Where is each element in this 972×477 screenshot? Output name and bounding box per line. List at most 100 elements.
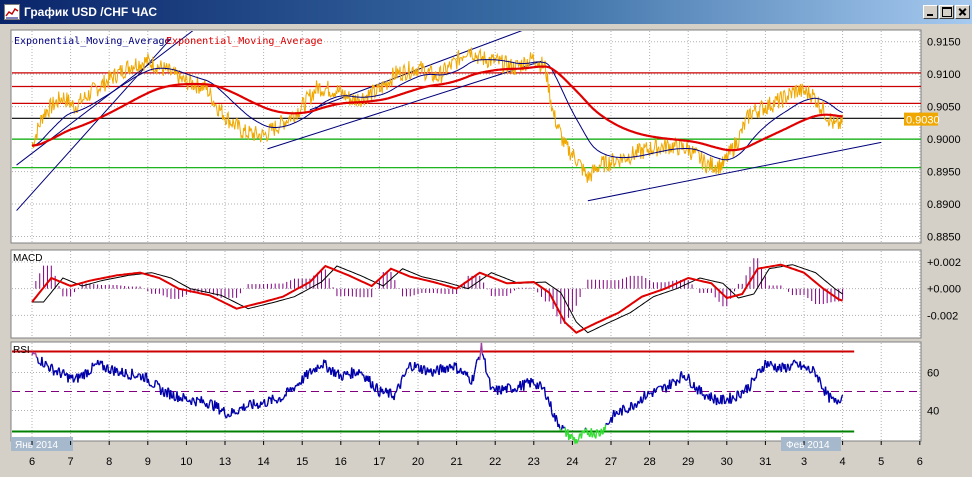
rsi-segment (595, 429, 598, 439)
rsi-segment (641, 401, 644, 404)
rsi-segment (387, 388, 391, 398)
rsi-segment (520, 385, 523, 391)
price-y-tick-label: 0.9000 (927, 134, 961, 146)
macd-panel[interactable]: +0.002 +0.000 -0.002 MACD (10, 249, 961, 339)
rsi-segment (841, 394, 844, 398)
rsi-segment (768, 365, 771, 367)
rsi-segment (717, 401, 720, 404)
price-panel[interactable]: 0.9150 0.9100 0.9050 0.9000 0.8950 0.8900 0.88… (10, 24, 961, 244)
rsi-segment (210, 399, 213, 402)
rsi-segment (225, 414, 229, 419)
rsi-segment (318, 367, 321, 370)
macd-y-tick-label: +0.000 (927, 284, 961, 296)
rsi-segment (444, 366, 447, 374)
minimize-button[interactable] (923, 5, 938, 19)
x-tick-label: 5 (878, 456, 884, 468)
rsi-segment (193, 400, 196, 404)
rsi-segment (438, 365, 441, 376)
rsi-segment (46, 364, 49, 367)
rsi-segment (341, 379, 344, 382)
rsi-segment (45, 362, 48, 366)
rsi-segment (195, 396, 198, 407)
rsi-segment (706, 393, 709, 397)
rsi-segment (143, 373, 147, 382)
rsi-segment (733, 398, 737, 401)
rsi-segment (253, 404, 256, 407)
rsi-segment (832, 396, 835, 399)
rsi-segment (547, 396, 550, 403)
rsi-segment (330, 369, 333, 375)
rsi-segment (742, 391, 746, 395)
rsi-segment (423, 365, 426, 367)
rsi-segment (409, 362, 412, 368)
rsi-segment (126, 373, 128, 376)
rsi-segment (249, 399, 252, 403)
x-tick-label: 24 (566, 456, 578, 468)
rsi-segment (133, 375, 136, 379)
rsi-segment (657, 385, 660, 388)
rsi-segment (514, 388, 517, 391)
rsi-segment (791, 362, 794, 366)
x-tick-label: 22 (489, 456, 501, 468)
rsi-segment (174, 398, 177, 402)
macd-y-tick-label: +0.002 (927, 257, 961, 269)
rsi-segment (474, 364, 477, 370)
rsi-segment (170, 390, 173, 398)
rsi-segment (83, 369, 86, 380)
rsi-segment (576, 440, 579, 444)
rsi-segment (750, 377, 753, 388)
title-bar[interactable]: График USD /CHF ЧАС (0, 0, 972, 24)
rsi-segment (160, 390, 163, 396)
rsi-segment (44, 360, 48, 364)
rsi-segment (629, 402, 632, 411)
rsi-segment (704, 395, 707, 400)
rsi-segment (641, 396, 645, 403)
rsi-segment (383, 391, 386, 394)
rsi-segment (158, 383, 161, 387)
rsi-segment (730, 400, 733, 404)
rsi-segment (166, 387, 169, 398)
rsi-segment (600, 428, 603, 434)
rsi-segment (310, 372, 313, 375)
rsi-segment (788, 368, 792, 371)
rsi-segment (415, 364, 418, 369)
chart-area[interactable]: 0.9150 0.9100 0.9050 0.9000 0.8950 0.8900 0.88… (0, 24, 972, 477)
rsi-segment (400, 376, 403, 381)
rsi-segment (164, 388, 167, 391)
price-y-tick-label: 0.8900 (927, 199, 961, 211)
rsi-segment (36, 357, 39, 364)
rsi-segment (306, 371, 310, 379)
rsi-segment (507, 383, 510, 386)
rsi-segment (261, 402, 264, 406)
rsi-segment (492, 386, 495, 389)
rsi-segment (644, 397, 647, 400)
rsi-segment (430, 368, 433, 375)
rsi-segment (596, 429, 599, 432)
rsi-segment (328, 366, 331, 369)
maximize-button[interactable] (939, 5, 954, 19)
rsi-segment (190, 398, 194, 406)
rsi-segment (774, 363, 777, 371)
close-button[interactable] (955, 5, 970, 19)
rsi-segment (505, 383, 509, 393)
rsi-segment (207, 403, 211, 409)
rsi-segment (369, 376, 372, 388)
rsi-panel[interactable]: 60 40 RSI Янв 2014 Фев 2014 (10, 341, 939, 451)
rsi-segment (376, 383, 379, 392)
rsi-segment (793, 359, 796, 362)
rsi-segment (266, 402, 269, 407)
rsi-segment (263, 399, 266, 407)
price-y-tick-label: 0.8950 (927, 167, 961, 179)
rsi-segment (374, 384, 377, 393)
rsi-segment (524, 380, 528, 384)
rsi-segment (785, 370, 788, 373)
month-label-feb: Фев 2014 (786, 440, 830, 451)
rsi-segment (839, 400, 842, 404)
rsi-segment (689, 385, 692, 389)
rsi-segment (272, 398, 275, 401)
rsi-segment (654, 390, 657, 393)
rsi-segment (411, 369, 414, 372)
rsi-segment (670, 379, 674, 384)
rsi-segment (458, 370, 461, 374)
rsi-segment (244, 406, 247, 409)
